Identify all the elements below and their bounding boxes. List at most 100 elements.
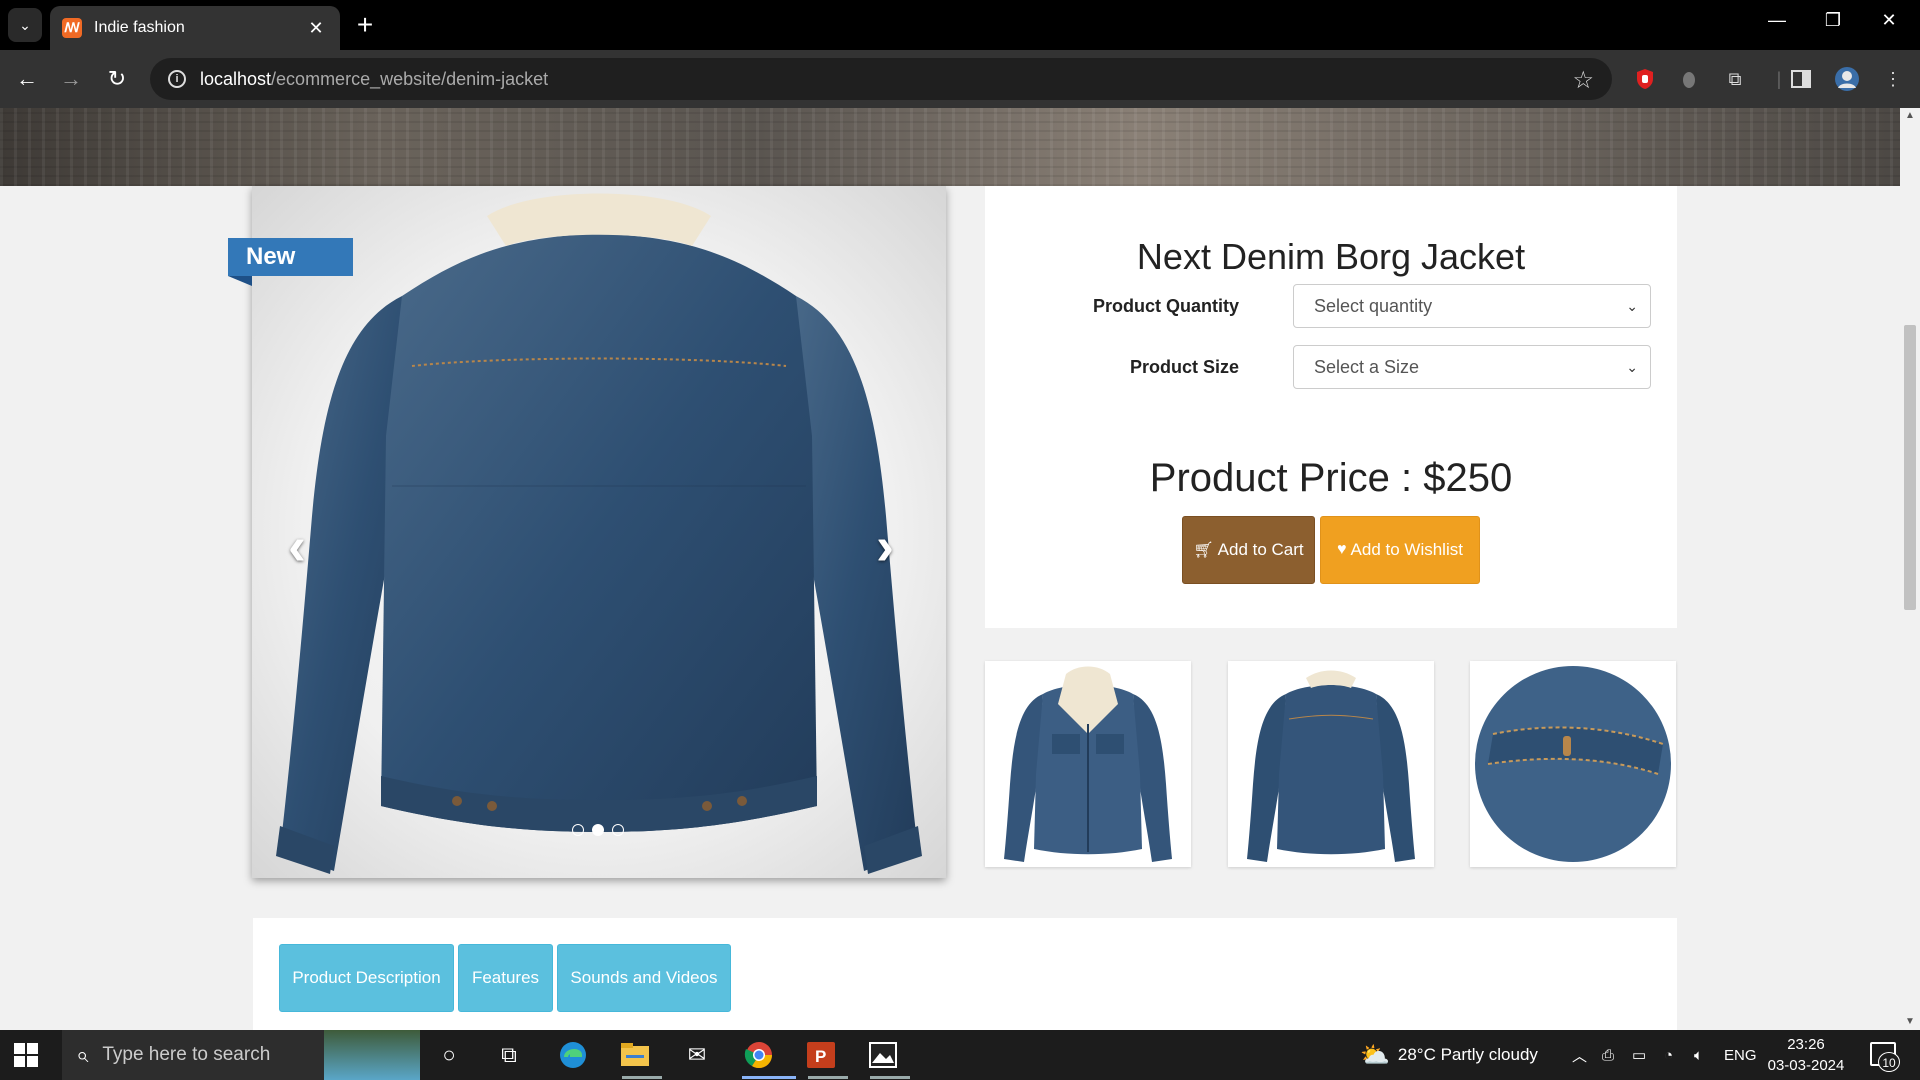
reload-icon[interactable]: ↻: [102, 64, 132, 94]
photos-icon[interactable]: [866, 1038, 900, 1072]
tab-sounds-and-videos[interactable]: Sounds and Videos: [557, 944, 731, 1012]
product-name: Next Denim Borg Jacket: [1136, 236, 1526, 277]
tab-search-button[interactable]: ⌄: [8, 8, 42, 42]
quantity-select-value: Select quantity: [1314, 295, 1433, 316]
shopping-cart-icon: 🛒︎: [1193, 542, 1214, 559]
edge-browser-icon[interactable]: [556, 1038, 590, 1072]
chrome-active-indicator: [742, 1076, 796, 1079]
address-bar-row: ← → ↻ i localhost/ecommerce_website/deni…: [0, 50, 1920, 108]
clock-date: 03-03-2024: [1767, 1057, 1845, 1074]
hero-city-banner: [0, 108, 1900, 186]
weather-text: 28°C Partly cloudy: [1397, 1045, 1538, 1064]
weather-widget[interactable]: ⛅ 28°C Partly cloudy: [1360, 1030, 1538, 1080]
chevron-down-icon: ⌄: [1626, 358, 1638, 375]
volume-icon[interactable]: 🔈︎: [1694, 1030, 1703, 1080]
carousel-dot[interactable]: [612, 824, 624, 836]
restore-button[interactable]: ❐: [1818, 10, 1848, 31]
page-viewport: ‹ › New Next Denim Borg Jacket Product Q…: [0, 108, 1920, 1030]
close-window-button[interactable]: ✕: [1874, 10, 1904, 31]
url-host: localhost: [200, 68, 272, 89]
thumbnail-jacket-back[interactable]: [1228, 661, 1434, 867]
browser-tab[interactable]: ꟿ Indie fashion ✕: [50, 6, 340, 50]
add-to-cart-label: Add to Cart: [1217, 540, 1304, 559]
puzzle-extensions-icon[interactable]: ⧉: [1722, 66, 1748, 92]
tab-product-description[interactable]: Product Description: [279, 944, 454, 1012]
scrollbar-thumb[interactable]: [1904, 325, 1916, 610]
add-to-cart-button[interactable]: 🛒︎ Add to Cart: [1182, 516, 1315, 584]
taskbar-search-box[interactable]: ⌕ Type here to search: [62, 1030, 420, 1080]
new-tab-button[interactable]: +: [350, 10, 380, 40]
tray-overflow-icon[interactable]: ︿: [1572, 1030, 1587, 1080]
chevron-down-icon: ⌄: [19, 16, 31, 33]
task-view-icon[interactable]: ⧉: [492, 1038, 526, 1072]
size-select-value: Select a Size: [1314, 356, 1420, 377]
clock-time: 23:26: [1787, 1036, 1825, 1053]
page-scrollbar[interactable]: ▲ ▼: [1900, 108, 1920, 1030]
powerpoint-indicator: [808, 1076, 848, 1079]
cortana-icon[interactable]: ○: [432, 1038, 466, 1072]
new-badge: New: [228, 238, 353, 276]
thumbnail-jacket-front[interactable]: [985, 661, 1191, 867]
denim-pocket-detail-image: [1475, 666, 1671, 862]
usb-device-icon[interactable]: ⎙: [1602, 1030, 1614, 1080]
carousel-prev-arrow[interactable]: ‹: [288, 516, 306, 576]
forward-arrow-icon[interactable]: →: [56, 64, 86, 94]
side-panel-icon[interactable]: [1788, 66, 1814, 92]
browser-tab-bar: ⌄ ꟿ Indie fashion ✕ + — ❐ ✕: [0, 0, 1920, 50]
size-select[interactable]: Select a Size ⌄: [1293, 345, 1651, 389]
adblock-extension-icon[interactable]: [1632, 66, 1658, 92]
quantity-label: Product Quantity: [1092, 296, 1239, 316]
profile-avatar[interactable]: [1834, 66, 1860, 92]
file-explorer-indicator: [622, 1076, 662, 1079]
minimize-button[interactable]: —: [1762, 10, 1792, 31]
notification-count-badge: 10: [1878, 1052, 1900, 1072]
omnibox[interactable]: i localhost/ecommerce_website/denim-jack…: [150, 58, 1612, 100]
denim-jacket-front-image: [1004, 666, 1172, 862]
denim-jacket-back-thumb-image: [1247, 670, 1415, 862]
chevron-down-icon: ⌄: [1626, 297, 1638, 314]
product-details-tabs: Product Description Features Sounds and …: [253, 918, 1677, 1030]
site-info-icon[interactable]: i: [168, 70, 186, 88]
search-icon: ⌕: [76, 1042, 89, 1067]
partly-cloudy-icon: ⛅: [1360, 1041, 1390, 1069]
windows-start-icon[interactable]: [14, 1043, 38, 1067]
chrome-icon[interactable]: [742, 1038, 776, 1072]
language-indicator[interactable]: ENG: [1724, 1030, 1757, 1080]
extension-icon[interactable]: [1676, 66, 1702, 92]
scroll-down-arrow-icon[interactable]: ▼: [1900, 1016, 1920, 1027]
tab-title: Indie fashion: [94, 19, 185, 36]
heart-icon: ♥: [1337, 541, 1347, 558]
taskbar-clock[interactable]: 23:26 03-03-2024: [1763, 1034, 1849, 1076]
bookmark-star-icon[interactable]: ☆: [1572, 66, 1594, 95]
thumbnail-pocket-detail[interactable]: [1470, 661, 1676, 867]
add-to-wishlist-button[interactable]: ♥ Add to Wishlist: [1320, 516, 1480, 584]
url-path: /ecommerce_website/denim-jacket: [271, 68, 549, 89]
svg-text:P: P: [815, 1047, 826, 1066]
wifi-icon[interactable]: ◔: [1664, 1030, 1673, 1080]
taskbar-search-placeholder: Type here to search: [102, 1044, 271, 1065]
browser-menu-icon[interactable]: ⋮: [1880, 66, 1906, 92]
quantity-select[interactable]: Select quantity ⌄: [1293, 284, 1651, 328]
carousel-indicators: [572, 824, 624, 836]
scroll-up-arrow-icon[interactable]: ▲: [1900, 110, 1920, 121]
powerpoint-icon[interactable]: P: [804, 1038, 838, 1072]
photos-indicator: [870, 1076, 910, 1079]
tab-features[interactable]: Features: [458, 944, 553, 1012]
battery-icon[interactable]: ▭: [1632, 1030, 1646, 1080]
product-price: Product Price : $250: [1149, 456, 1513, 500]
new-badge-fold: [228, 276, 252, 286]
carousel-dot-active[interactable]: [592, 824, 604, 836]
carousel-dot[interactable]: [572, 824, 584, 836]
size-label: Product Size: [1129, 357, 1239, 377]
product-image-carousel[interactable]: ‹ ›: [252, 186, 946, 878]
mail-icon[interactable]: ✉: [680, 1038, 714, 1072]
back-arrow-icon[interactable]: ←: [12, 64, 42, 94]
xampp-favicon-icon: ꟿ: [62, 18, 82, 38]
tab-close-icon[interactable]: ✕: [304, 18, 328, 39]
file-explorer-icon[interactable]: [618, 1038, 652, 1072]
denim-jacket-back-image: [276, 193, 922, 874]
search-highlight-image: [324, 1030, 420, 1080]
add-to-wishlist-label: Add to Wishlist: [1350, 540, 1463, 559]
carousel-next-arrow[interactable]: ›: [876, 516, 894, 576]
url-text[interactable]: localhost/ecommerce_website/denim-jacket: [200, 69, 548, 90]
